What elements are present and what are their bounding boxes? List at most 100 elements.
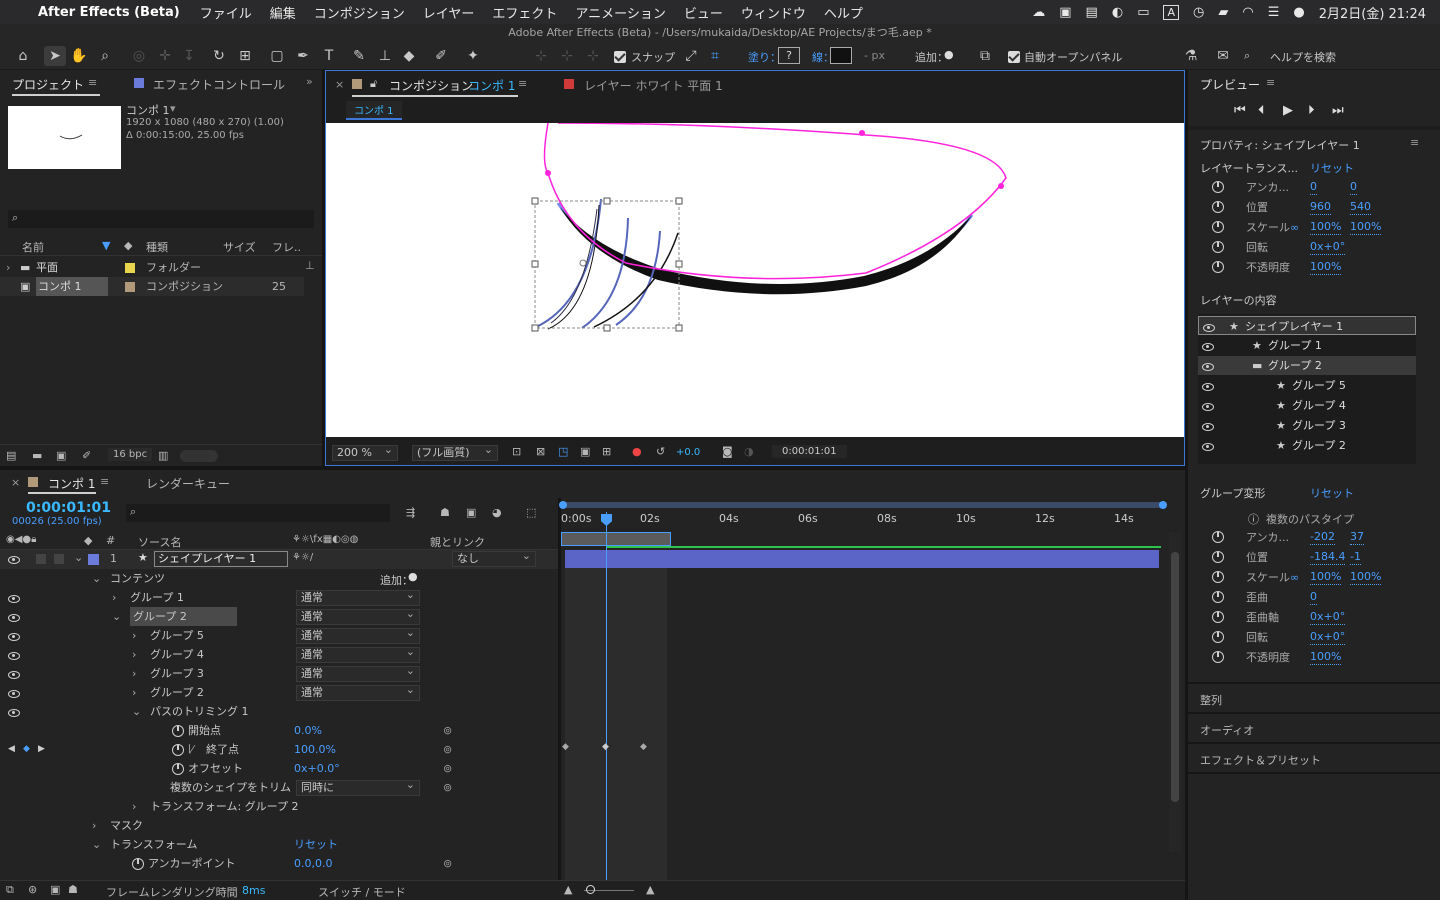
close-tab-icon[interactable]: × — [335, 78, 344, 91]
contents-item[interactable]: ★ グループ 1 — [1198, 336, 1416, 355]
property-value-1[interactable]: 0 — [1310, 590, 1317, 605]
visibility-eye-icon[interactable] — [8, 651, 20, 660]
properties-menu-icon[interactable]: ≡ — [1410, 136, 1419, 149]
menu-item-8[interactable]: ヘルプ — [824, 3, 863, 22]
fill-swatch[interactable]: ? — [778, 47, 800, 64]
timeline-property-row[interactable]: › トランスフォーム: グループ 2 — [0, 797, 558, 816]
sort-arrow-icon[interactable]: ▼ — [102, 239, 110, 252]
timeline-scrollbar[interactable] — [1169, 532, 1181, 852]
property-value-1[interactable]: 100% — [1310, 220, 1342, 235]
timeline-property-row[interactable]: › グループ 2 通常 — [0, 683, 558, 702]
visibility-eye-icon[interactable] — [8, 708, 20, 717]
blend-mode-dropdown[interactable]: 通常 — [296, 607, 420, 625]
tab-effect-controls[interactable]: エフェクトコントロール — [153, 76, 285, 93]
battery-icon[interactable]: ▰ — [1218, 5, 1228, 20]
visibility-eye-icon[interactable] — [1202, 402, 1214, 411]
contents-item[interactable]: ★ グループ 2 — [1198, 436, 1416, 455]
visibility-eye-icon[interactable] — [1202, 362, 1214, 371]
stopwatch-icon[interactable] — [1212, 651, 1224, 663]
menu-item-5[interactable]: アニメーション — [575, 3, 665, 22]
item-label-color[interactable] — [125, 263, 135, 273]
expand-arrow-icon[interactable]: › — [132, 683, 136, 702]
stroke-width[interactable]: - px — [864, 49, 885, 62]
property-value-1[interactable]: -202 — [1310, 530, 1335, 545]
comp-menu-icon[interactable]: ≡ — [518, 77, 527, 90]
align-section[interactable]: 整列 — [1200, 692, 1222, 708]
property-value-1[interactable]: -184.4 — [1310, 550, 1346, 565]
stroke-swatch[interactable] — [830, 47, 852, 64]
keyframe-2[interactable]: ◆ — [602, 742, 609, 752]
stopwatch-icon[interactable] — [1212, 261, 1224, 273]
app-name-menu[interactable]: After Effects (Beta) — [38, 5, 180, 20]
menu-item-3[interactable]: レイヤー — [423, 3, 475, 22]
visibility-eye-icon[interactable] — [8, 670, 20, 679]
project-search-input[interactable]: ⌕ — [8, 210, 314, 228]
tab-layer[interactable]: レイヤー ホワイト 平面 1 — [584, 77, 723, 94]
blend-mode-dropdown[interactable]: 通常 — [296, 626, 420, 644]
layer-expand-arrow-icon[interactable]: ⌄ — [74, 551, 83, 564]
stopwatch-icon[interactable] — [172, 725, 184, 737]
contents-item[interactable]: ▬ グループ 2 — [1198, 356, 1416, 375]
keyframe-toggle-icon[interactable]: ◆ — [23, 744, 30, 754]
new-comp-icon[interactable]: ▣ — [56, 449, 66, 462]
timeline-property-row[interactable]: ⌄ グループ 2 通常 — [0, 607, 558, 626]
zoom-tool-icon[interactable]: ⌕ — [94, 46, 116, 66]
property-value-2[interactable]: 0 — [1350, 180, 1357, 195]
new-folder-icon[interactable]: ▬ — [32, 449, 42, 462]
layer-transform-reset[interactable]: リセット — [1310, 160, 1354, 176]
project-item[interactable]: › ▬ 平面 フォルダー — [0, 258, 304, 277]
expand-arrow-icon[interactable]: › — [132, 645, 136, 664]
property-value-1[interactable]: 0x+0° — [1310, 610, 1346, 625]
expand-arrow-icon[interactable]: › — [92, 816, 96, 835]
collapse-arrow-icon[interactable]: ⌄ — [92, 569, 101, 588]
visibility-eye-icon[interactable] — [8, 632, 20, 641]
tab-comp-name[interactable]: コンポ 1 — [468, 77, 515, 94]
contents-item[interactable]: ★ グループ 4 — [1198, 396, 1416, 415]
col-parent-link[interactable]: 親とリンク — [430, 534, 485, 550]
col-source-name[interactable]: ソース名 — [138, 534, 181, 550]
stopwatch-icon[interactable] — [172, 763, 184, 775]
visibility-eye-icon[interactable] — [8, 613, 20, 622]
layer-row[interactable]: ⌄ 1 ★ シェイプレイヤー 1 ⚘☼/ なし — [0, 549, 558, 569]
graph-editor-icon[interactable]: ⬚ — [526, 506, 536, 519]
visibility-eye-icon[interactable] — [8, 689, 20, 698]
menu-item-1[interactable]: 編集 — [270, 3, 296, 22]
stopwatch-icon[interactable] — [132, 858, 144, 870]
control-center-icon[interactable]: ☰ — [1268, 5, 1280, 20]
property-value-2[interactable]: 37 — [1350, 530, 1364, 545]
layer-duration-bar[interactable] — [565, 550, 1159, 568]
timeline-property-row[interactable]: アンカーポイント 0.0,0.0 ⊚ — [0, 854, 558, 873]
resolution-dropdown[interactable]: (フル画質) — [412, 443, 498, 461]
property-value[interactable]: 0x+0.0° — [294, 759, 340, 778]
stopwatch-icon[interactable] — [1212, 221, 1224, 233]
work-area-navigator[interactable] — [561, 502, 1165, 508]
rectangle-tool-icon[interactable]: ▢ — [266, 46, 288, 66]
property-value-1[interactable]: 100% — [1310, 650, 1342, 665]
item-label-color[interactable] — [125, 282, 135, 292]
render-time-toggle-icon[interactable]: ▣ — [50, 883, 60, 896]
effects-presets-section[interactable]: エフェクト＆プリセット — [1200, 752, 1321, 768]
siri-icon[interactable]: ● — [1293, 5, 1304, 20]
zoom-in-icon[interactable]: ▲ — [646, 883, 654, 896]
contents-item[interactable]: ★ グループ 5 — [1198, 376, 1416, 395]
playhead-line[interactable] — [606, 512, 607, 884]
time-machine-icon[interactable]: ◷ — [1193, 5, 1204, 20]
expand-arrow-icon[interactable]: › — [132, 626, 136, 645]
lock-switch[interactable] — [54, 554, 64, 564]
screen-mirror-icon[interactable]: ▣ — [1059, 5, 1071, 20]
property-value-1[interactable]: 0x+0° — [1310, 240, 1346, 255]
collapse-arrow-icon[interactable]: ⌄ — [92, 835, 101, 854]
comp-info-dropdown-icon[interactable]: ▾ — [170, 102, 176, 115]
preview-menu-icon[interactable]: ≡ — [1266, 76, 1275, 89]
zoom-slider-thumb[interactable] — [586, 885, 595, 894]
shy-layers-icon[interactable]: ☗ — [440, 506, 450, 519]
property-value-1[interactable]: 0 — [1310, 180, 1317, 195]
layer-name[interactable]: シェイプレイヤー 1 — [154, 551, 288, 567]
layer-visibility-eye-icon[interactable] — [8, 555, 20, 564]
color-channels-icon[interactable]: ● — [632, 445, 642, 458]
collapse-arrow-icon[interactable]: ⌄ — [132, 702, 141, 721]
col-frame[interactable]: フレ.. — [272, 239, 301, 255]
visibility-eye-icon[interactable] — [1202, 422, 1214, 431]
snap-checkbox[interactable] — [614, 50, 626, 63]
property-value[interactable]: リセット — [294, 835, 338, 854]
